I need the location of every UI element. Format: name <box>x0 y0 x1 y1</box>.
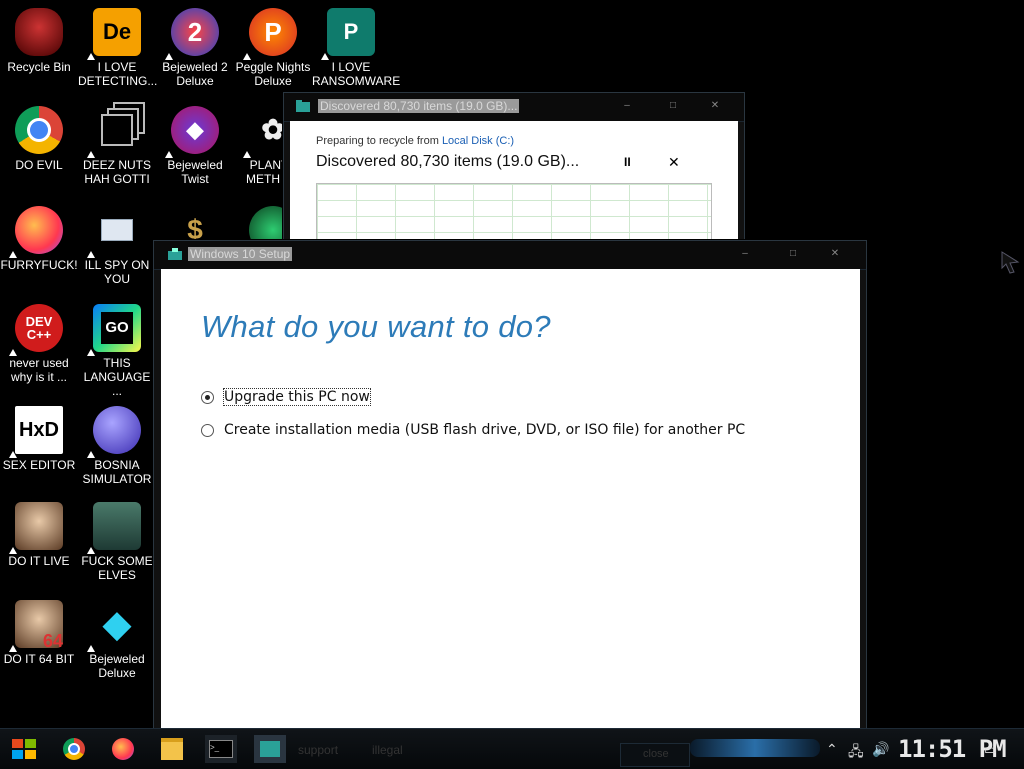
recycle-titlebar[interactable]: Discovered 80,730 items (19.0 GB)... – □… <box>284 93 744 122</box>
folder-icon <box>161 738 183 760</box>
taskbar-label-illegal: illegal <box>372 743 403 757</box>
local-disk-link[interactable]: Local Disk (C:) <box>442 135 514 147</box>
option-upgrade[interactable]: Upgrade this PC now <box>201 388 371 406</box>
desktop-icon-chrome[interactable]: DO EVIL <box>0 106 78 172</box>
desktop-icon-spy[interactable]: ILL SPY ON YOU <box>78 206 156 286</box>
maximize-button[interactable]: □ <box>662 99 684 113</box>
desktop-icon-ransomware[interactable]: P I LOVE RANSOMWARE <box>312 8 400 88</box>
desktop-icon-recycle-bin[interactable]: Recycle Bin <box>0 8 78 74</box>
cursor-icon <box>1001 251 1020 274</box>
desktop-icon-firefox[interactable]: FURRYFUCK! <box>0 206 78 272</box>
recycle-body: Preparing to recycle from Local Disk (C:… <box>290 121 738 245</box>
start-button[interactable] <box>8 735 40 763</box>
taskbar: >_ support illegal close ⌃ 🖧 🔊 11:51 PM … <box>0 728 1024 769</box>
desktop-icon-do-it-live[interactable]: DO IT LIVE <box>0 502 78 568</box>
taskbar-chrome[interactable] <box>58 735 90 763</box>
progress-graph <box>316 183 712 245</box>
option-create-media[interactable]: Create installation media (USB flash dri… <box>201 422 745 438</box>
setup-app-icon <box>260 741 280 757</box>
create-media-label[interactable]: Create installation media (USB flash dri… <box>224 422 745 438</box>
chrome-icon <box>15 106 63 154</box>
windows-logo-icon <box>12 739 36 759</box>
taskbar-cmd[interactable]: >_ <box>205 735 237 763</box>
desktop-icon-bosnia[interactable]: BOSNIA SIMULATOR <box>78 406 156 486</box>
detect-it-easy-icon: De <box>87 8 141 60</box>
publisher-icon: P <box>321 8 375 60</box>
taskbar-close-area[interactable]: close <box>620 743 690 767</box>
tray-chevron-up-icon[interactable]: ⌃ <box>826 741 838 758</box>
upgrade-radio[interactable] <box>201 390 214 404</box>
setup-title: Windows 10 Setup <box>188 247 293 261</box>
recycle-status: Discovered 80,730 items (19.0 GB)... <box>316 153 580 170</box>
desktop-icon-bejeweled-twist[interactable]: ◆ Bejeweled Twist <box>156 106 234 186</box>
desktop-icon-devcpp[interactable]: DEV C++ never used why is it ... <box>0 304 78 384</box>
desktop-icon-hxd[interactable]: HxD SEX EDITOR <box>0 406 78 472</box>
desktop-icon-peggle[interactable]: P Peggle Nights Deluxe <box>234 8 312 88</box>
setup-titlebar[interactable]: Windows 10 Setup – □ ✕ <box>154 241 866 270</box>
volume-icon[interactable]: 🔊 <box>872 741 889 758</box>
taskbar-label-support: support <box>298 743 339 757</box>
pause-button[interactable]: II <box>624 155 631 169</box>
portrait-64-icon: 64 <box>9 600 63 652</box>
copy-icon <box>87 106 141 158</box>
create-media-radio[interactable] <box>201 423 214 437</box>
taskbar-file-explorer[interactable] <box>156 735 188 763</box>
terminal-icon: >_ <box>209 740 233 758</box>
bejeweled-twist-icon: ◆ <box>165 106 219 158</box>
taskbar-firefox[interactable] <box>107 735 139 763</box>
desktop-icon-detect[interactable]: De I LOVE DETECTING... <box>78 8 157 88</box>
taskbar-decoration <box>690 739 820 757</box>
firefox-icon <box>112 738 134 760</box>
go-icon: GO <box>87 304 141 356</box>
diamond-icon: ◆ <box>87 600 141 652</box>
notification-icon[interactable]: ▭ <box>984 741 997 758</box>
close-button[interactable]: ✕ <box>824 247 846 261</box>
hxd-icon: HxD <box>9 406 63 458</box>
setup-body: What do you want to do? Upgrade this PC … <box>161 269 860 733</box>
chrome-icon <box>63 738 85 760</box>
minimize-button[interactable]: – <box>616 99 638 113</box>
taskbar-setup[interactable] <box>254 735 286 763</box>
portrait-icon <box>9 502 63 554</box>
mine-icon <box>87 406 141 458</box>
desktop-icon-elves[interactable]: FUCK SOME ELVES <box>78 502 156 582</box>
desktop-icon-go[interactable]: GO THIS LANGUAGE ... <box>78 304 156 398</box>
recycle-subtitle: Preparing to recycle from Local Disk (C:… <box>316 135 515 147</box>
network-icon[interactable]: 🖧 <box>848 741 864 765</box>
recycle-title: Discovered 80,730 items (19.0 GB)... <box>318 99 520 113</box>
recycle-bin-icon <box>15 8 63 56</box>
cancel-button[interactable]: ✕ <box>668 154 680 171</box>
desktop-icon-bejeweled-2[interactable]: 2 Bejeweled 2 Deluxe <box>156 8 234 88</box>
close-button[interactable]: ✕ <box>704 99 726 113</box>
recycle-progress-window[interactable]: Discovered 80,730 items (19.0 GB)... – □… <box>283 92 745 245</box>
desktop-icon-bejeweled-deluxe[interactable]: ◆ Bejeweled Deluxe <box>78 600 156 680</box>
elf-icon <box>87 502 141 554</box>
network-icon <box>87 206 141 258</box>
maximize-button[interactable]: □ <box>782 247 804 261</box>
peggle-icon: P <box>243 8 297 60</box>
setup-heading: What do you want to do? <box>201 309 551 344</box>
upgrade-label[interactable]: Upgrade this PC now <box>223 388 371 406</box>
minimize-button[interactable]: – <box>734 247 756 261</box>
firefox-icon <box>9 206 63 258</box>
setup-window[interactable]: Windows 10 Setup – □ ✕ What do you want … <box>153 240 867 734</box>
devcpp-icon: DEV C++ <box>9 304 63 356</box>
setup-app-icon <box>168 248 182 260</box>
folder-progress-icon <box>296 100 310 112</box>
bejeweled-2-icon: 2 <box>165 8 219 60</box>
desktop-icon-deez[interactable]: DEEZ NUTS HAH GOTTI <box>78 106 156 186</box>
desktop-icon-64-bit[interactable]: 64 DO IT 64 BIT <box>0 600 78 666</box>
